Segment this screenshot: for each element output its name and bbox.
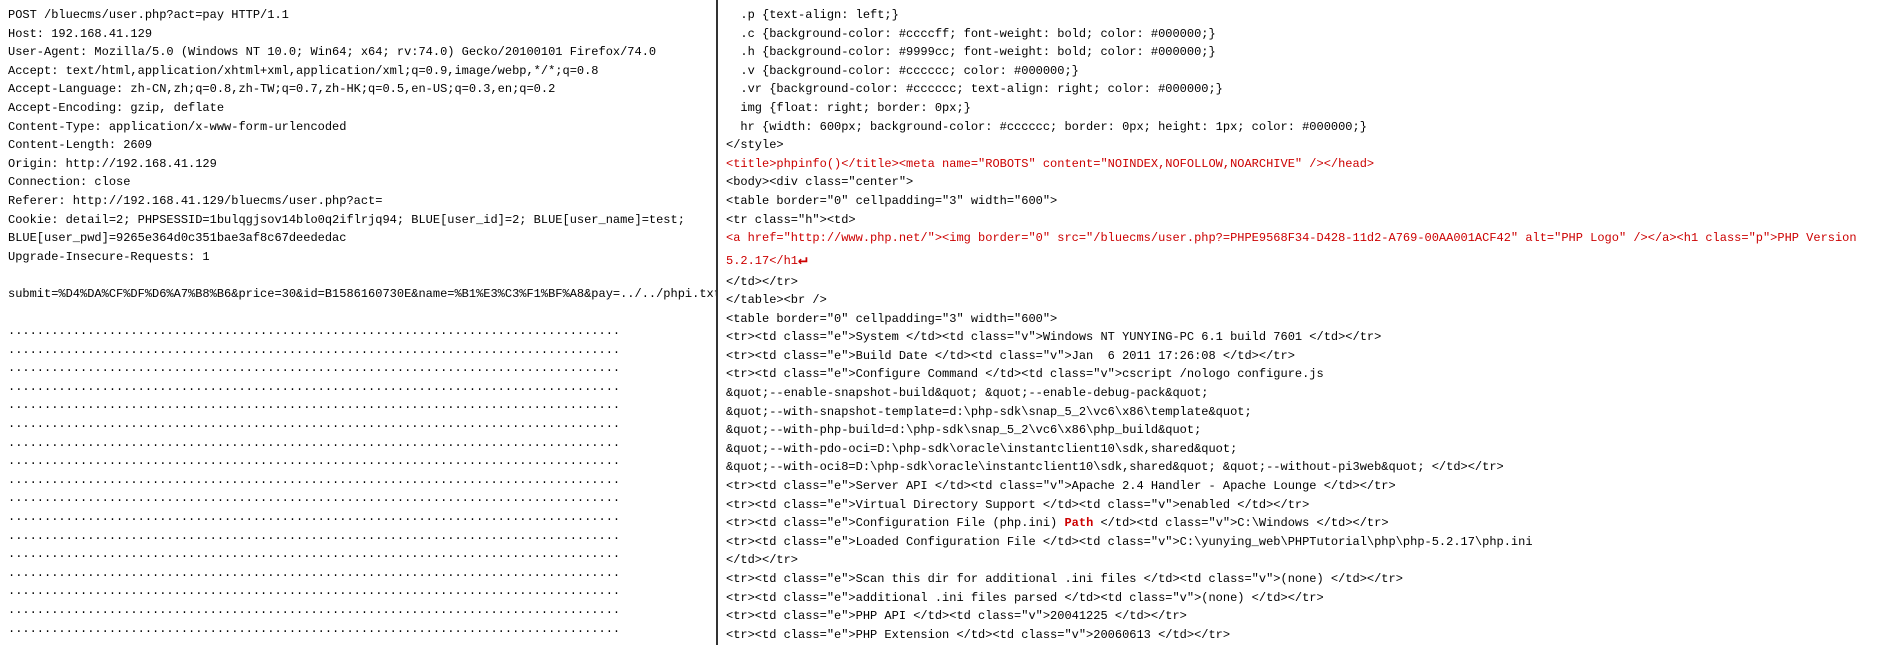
r-line-24: &quot;--with-oci8=D:\php-sdk\oracle\inst…	[726, 458, 1888, 477]
r-line-31: <tr><td class="e">additional .ini files …	[726, 589, 1888, 608]
line-7: Content-Type: application/x-www-form-url…	[8, 118, 708, 137]
r-line-18: <tr><td class="e">Build Date </td><td cl…	[726, 347, 1888, 366]
dots-17: ........................................…	[8, 620, 708, 639]
line-11: Referer: http://192.168.41.129/bluecms/u…	[8, 192, 708, 211]
r-line-9: <title>phpinfo()</title><meta name="ROBO…	[726, 155, 1888, 174]
r-line-25: <tr><td class="e">Server API </td><td cl…	[726, 477, 1888, 496]
r-line-28: <tr><td class="e">Loaded Configuration F…	[726, 533, 1888, 552]
r-line-26: <tr><td class="e">Virtual Directory Supp…	[726, 496, 1888, 515]
line-6: Accept-Encoding: gzip, deflate	[8, 99, 708, 118]
r-line-6: img {float: right; border: 0px;}	[726, 99, 1888, 118]
r-line-16: <table border="0" cellpadding="3" width=…	[726, 310, 1888, 329]
dots-4: ........................................…	[8, 378, 708, 397]
line-8: Content-Length: 2609	[8, 136, 708, 155]
r-line-12: <tr class="h"><td>	[726, 211, 1888, 230]
line-1: POST /bluecms/user.php?act=pay HTTP/1.1	[8, 6, 708, 25]
r-line-4: .v {background-color: #cccccc; color: #0…	[726, 62, 1888, 81]
r-line-23: &quot;--with-pdo-oci=D:\php-sdk\oracle\i…	[726, 440, 1888, 459]
right-panel[interactable]: .p {text-align: left;} .c {background-co…	[718, 0, 1896, 645]
r-line-14: </td></tr>	[726, 273, 1888, 292]
r-line-20: &quot;--enable-snapshot-build&quot; &quo…	[726, 384, 1888, 403]
dots-13: ........................................…	[8, 545, 708, 564]
r-line-29: </td></tr>	[726, 551, 1888, 570]
r-line-2: .c {background-color: #ccccff; font-weig…	[726, 25, 1888, 44]
r-line-1: .p {text-align: left;}	[726, 6, 1888, 25]
line-9: Origin: http://192.168.41.129	[8, 155, 708, 174]
dots-5: ........................................…	[8, 396, 708, 415]
dots-15: ........................................…	[8, 582, 708, 601]
line-2: Host: 192.168.41.129	[8, 25, 708, 44]
dots-8: ........................................…	[8, 452, 708, 471]
r-line-22: &quot;--with-php-build=d:\php-sdk\snap_5…	[726, 421, 1888, 440]
line-12: Cookie: detail=2; PHPSESSID=1bulqgjsov14…	[8, 211, 708, 230]
line-10: Connection: close	[8, 173, 708, 192]
dots-18: ........................................…	[8, 638, 708, 645]
dots-10: ........................................…	[8, 489, 708, 508]
dots-1: ........................................…	[8, 322, 708, 341]
r-line-3: .h {background-color: #9999cc; font-weig…	[726, 43, 1888, 62]
r-line-17: <tr><td class="e">System </td><td class=…	[726, 328, 1888, 347]
r-line-15: </table><br />	[726, 291, 1888, 310]
r-line-11: <table border="0" cellpadding="3" width=…	[726, 192, 1888, 211]
dots-2: ........................................…	[8, 341, 708, 360]
r-line-21: &quot;--with-snapshot-template=d:\php-sd…	[726, 403, 1888, 422]
left-panel-content: POST /bluecms/user.php?act=pay HTTP/1.1 …	[8, 6, 708, 645]
line-5: Accept-Language: zh-CN,zh;q=0.8,zh-TW;q=…	[8, 80, 708, 99]
r-line-30: <tr><td class="e">Scan this dir for addi…	[726, 570, 1888, 589]
r-line-32: <tr><td class="e">PHP API </td><td class…	[726, 607, 1888, 626]
r-line-27: <tr><td class="e">Configuration File (ph…	[726, 514, 1888, 533]
right-panel-content: .p {text-align: left;} .c {background-co…	[726, 6, 1888, 644]
r-line-10: <body><div class="center">	[726, 173, 1888, 192]
r-line-8: </style>	[726, 136, 1888, 155]
line-13: BLUE[user_pwd]=9265e364d0c351bae3af8c67d…	[8, 229, 708, 248]
dots-14: ........................................…	[8, 564, 708, 583]
dots-11: ........................................…	[8, 508, 708, 527]
dots-3: ........................................…	[8, 359, 708, 378]
dots-9: ........................................…	[8, 471, 708, 490]
line-3: User-Agent: Mozilla/5.0 (Windows NT 10.0…	[8, 43, 708, 62]
r-line-33: <tr><td class="e">PHP Extension </td><td…	[726, 626, 1888, 645]
r-line-5: .vr {background-color: #cccccc; text-ali…	[726, 80, 1888, 99]
line-4: Accept: text/html,application/xhtml+xml,…	[8, 62, 708, 81]
dots-16: ........................................…	[8, 601, 708, 620]
line-14: Upgrade-Insecure-Requests: 1	[8, 248, 708, 267]
dots-6: ........................................…	[8, 415, 708, 434]
line-blank2	[8, 304, 708, 323]
line-15: submit=%D4%DA%CF%DF%D6%A7%B8%B6&price=30…	[8, 285, 708, 304]
line-blank1	[8, 266, 708, 285]
dots-12: ........................................…	[8, 527, 708, 546]
r-line-19: <tr><td class="e">Configure Command </td…	[726, 365, 1888, 384]
dots-7: ........................................…	[8, 434, 708, 453]
r-line-13: <a href="http://www.php.net/"><img borde…	[726, 229, 1888, 272]
r-line-7: hr {width: 600px; background-color: #ccc…	[726, 118, 1888, 137]
left-panel[interactable]: POST /bluecms/user.php?act=pay HTTP/1.1 …	[0, 0, 718, 645]
